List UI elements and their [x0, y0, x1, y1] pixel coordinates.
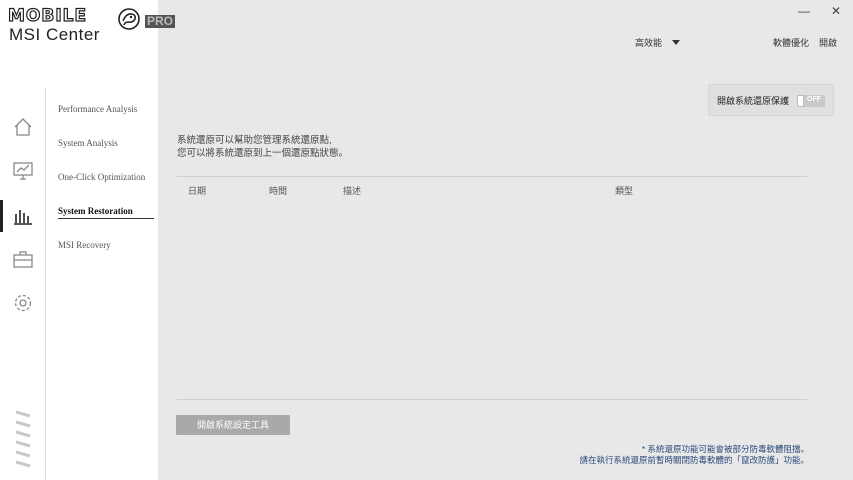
footnote-line-2: 請在執行系統還原前暫時關閉防毒軟體的「竄改防護」功能。: [579, 455, 809, 465]
monitor-chart-icon[interactable]: [12, 160, 34, 182]
nav-item-one-click-optimization[interactable]: One-Click Optimization: [58, 172, 145, 182]
restore-protection-toggle[interactable]: OFF: [797, 95, 825, 107]
column-header-time[interactable]: 時間: [269, 184, 287, 197]
nav-active-underline: [58, 218, 154, 219]
top-links: 軟體優化 開啟: [773, 36, 837, 49]
app-logo: MOBILE PRO MSI Center: [7, 5, 176, 46]
app-name: MSI Center: [9, 25, 100, 44]
minimize-button[interactable]: —: [797, 4, 811, 18]
column-header-date[interactable]: 日期: [188, 184, 206, 197]
bar-chart-icon[interactable]: [12, 204, 34, 226]
table-bottom-divider: [177, 399, 807, 400]
open-link[interactable]: 開啟: [819, 36, 837, 49]
performance-mode-label: 高效能: [635, 38, 663, 48]
table-top-divider: [177, 176, 807, 177]
description-line-2: 您可以將系統還原到上一個還原點狀態。: [177, 148, 349, 159]
home-icon[interactable]: [12, 116, 34, 138]
antivirus-footnote: * 系統還原功能可能會被部分防毒軟體阻擋。 請在執行系統還原前暫時關閉防毒軟體的…: [579, 444, 809, 466]
rail-active-indicator: [0, 200, 3, 232]
restoration-description: 系統還原可以幫助您管理系統還原點, 您可以將系統還原到上一個還原點狀態。: [177, 134, 348, 160]
msi-logo-icon: [15, 410, 31, 468]
icon-rail: [0, 88, 46, 480]
restore-protection-label: 開啟系統還原保護: [717, 95, 790, 106]
restore-protection-card: 開啟系統還原保護 OFF: [708, 84, 834, 116]
close-button[interactable]: ✕: [829, 4, 843, 18]
toolbox-icon[interactable]: [12, 248, 34, 270]
open-system-settings-tool-button[interactable]: 開啟系統設定工具: [176, 415, 290, 435]
gear-icon[interactable]: [12, 292, 34, 314]
nav-item-msi-recovery[interactable]: MSI Recovery: [58, 240, 111, 250]
window-controls: — ✕: [797, 4, 843, 18]
brand-text: MOBILE: [7, 5, 88, 26]
performance-mode-dropdown[interactable]: 高效能: [635, 36, 681, 49]
column-header-type[interactable]: 類型: [615, 184, 633, 197]
footnote-line-1: * 系統還原功能可能會被部分防毒軟體阻擋。: [641, 444, 809, 454]
toggle-state-text: OFF: [807, 96, 821, 103]
dragon-logo-icon: [118, 8, 140, 30]
nav-item-system-analysis[interactable]: System Analysis: [58, 138, 118, 148]
software-optimize-link[interactable]: 軟體優化: [773, 36, 809, 49]
toggle-knob: [797, 95, 804, 107]
nav-item-performance-analysis[interactable]: Performance Analysis: [58, 104, 137, 114]
column-header-description[interactable]: 描述: [343, 184, 361, 197]
description-line-1: 系統還原可以幫助您管理系統還原點,: [177, 135, 332, 146]
pro-badge: PRO: [145, 14, 176, 28]
nav-item-system-restoration[interactable]: System Restoration: [58, 206, 133, 216]
caret-down-icon: [672, 40, 681, 45]
left-panel: MOBILE PRO MSI Center Performance Analys…: [0, 0, 176, 480]
